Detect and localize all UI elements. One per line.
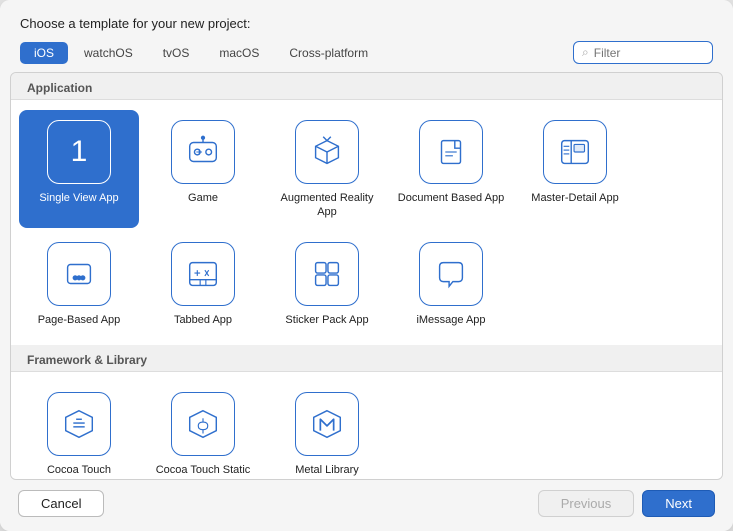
cocoa-static-icon	[171, 392, 235, 456]
template-master-detail[interactable]: Master-Detail App	[515, 110, 635, 228]
section-framework: Framework & Library	[11, 345, 722, 372]
master-detail-label: Master-Detail App	[531, 191, 618, 205]
tab-watchos[interactable]: watchOS	[70, 42, 147, 64]
page-based-label: Page-Based App	[38, 313, 121, 327]
tabs-row: iOS watchOS tvOS macOS Cross-platform ⌕	[20, 41, 713, 64]
template-single-view-app[interactable]: 1 Single View App	[19, 110, 139, 228]
single-view-app-label: Single View App	[39, 191, 118, 205]
cancel-button[interactable]: Cancel	[18, 490, 104, 517]
game-label: Game	[188, 191, 218, 205]
cocoa-framework-icon	[47, 392, 111, 456]
metal-label: Metal Library	[295, 463, 359, 477]
filter-input[interactable]	[594, 46, 694, 60]
tab-crossplatform[interactable]: Cross-platform	[275, 42, 382, 64]
dialog-header: Choose a template for your new project: …	[0, 0, 733, 72]
dialog-footer: Cancel Previous Next	[0, 480, 733, 531]
template-game[interactable]: Game	[143, 110, 263, 228]
template-cocoa-framework[interactable]: Cocoa Touch Framework	[19, 382, 139, 480]
filter-icon: ⌕	[582, 45, 589, 60]
new-project-dialog: Choose a template for your new project: …	[0, 0, 733, 531]
cocoa-static-label: Cocoa Touch Static Library	[149, 463, 257, 480]
template-imessage[interactable]: iMessage App	[391, 232, 511, 335]
sticker-pack-icon	[295, 242, 359, 306]
framework-grid: Cocoa Touch Framework Cocoa Touch Static…	[11, 372, 722, 480]
tab-ios[interactable]: iOS	[20, 42, 68, 64]
cocoa-framework-label: Cocoa Touch Framework	[25, 463, 133, 480]
tab-tvos[interactable]: tvOS	[149, 42, 204, 64]
template-page-based[interactable]: Page-Based App	[19, 232, 139, 335]
imessage-label: iMessage App	[416, 313, 485, 327]
game-icon	[171, 120, 235, 184]
single-view-app-icon: 1	[47, 120, 111, 184]
application-grid: 1 Single View App	[11, 100, 722, 345]
tab-macos[interactable]: macOS	[205, 42, 273, 64]
metal-icon	[295, 392, 359, 456]
template-ar-app[interactable]: Augmented Reality App	[267, 110, 387, 228]
dialog-title: Choose a template for your new project:	[20, 16, 713, 31]
tab-bar: iOS watchOS tvOS macOS Cross-platform	[20, 42, 573, 64]
template-document-app[interactable]: Document Based App	[391, 110, 511, 228]
document-app-label: Document Based App	[398, 191, 504, 205]
footer-right: Previous Next	[538, 490, 715, 517]
template-sticker-pack[interactable]: Sticker Pack App	[267, 232, 387, 335]
section-application: Application	[11, 73, 722, 100]
document-app-icon	[419, 120, 483, 184]
template-cocoa-static[interactable]: Cocoa Touch Static Library	[143, 382, 263, 480]
ar-app-label: Augmented Reality App	[273, 191, 381, 220]
previous-button[interactable]: Previous	[538, 490, 635, 517]
template-metal[interactable]: Metal Library	[267, 382, 387, 480]
ar-app-icon	[295, 120, 359, 184]
filter-box: ⌕	[573, 41, 713, 64]
template-tabbed-app[interactable]: Tabbed App	[143, 232, 263, 335]
content-area: Application 1 Single View App	[10, 72, 723, 480]
master-detail-icon	[543, 120, 607, 184]
tabbed-app-label: Tabbed App	[174, 313, 232, 327]
next-button[interactable]: Next	[642, 490, 715, 517]
sticker-pack-label: Sticker Pack App	[285, 313, 368, 327]
page-based-icon	[47, 242, 111, 306]
tabbed-app-icon	[171, 242, 235, 306]
imessage-icon	[419, 242, 483, 306]
